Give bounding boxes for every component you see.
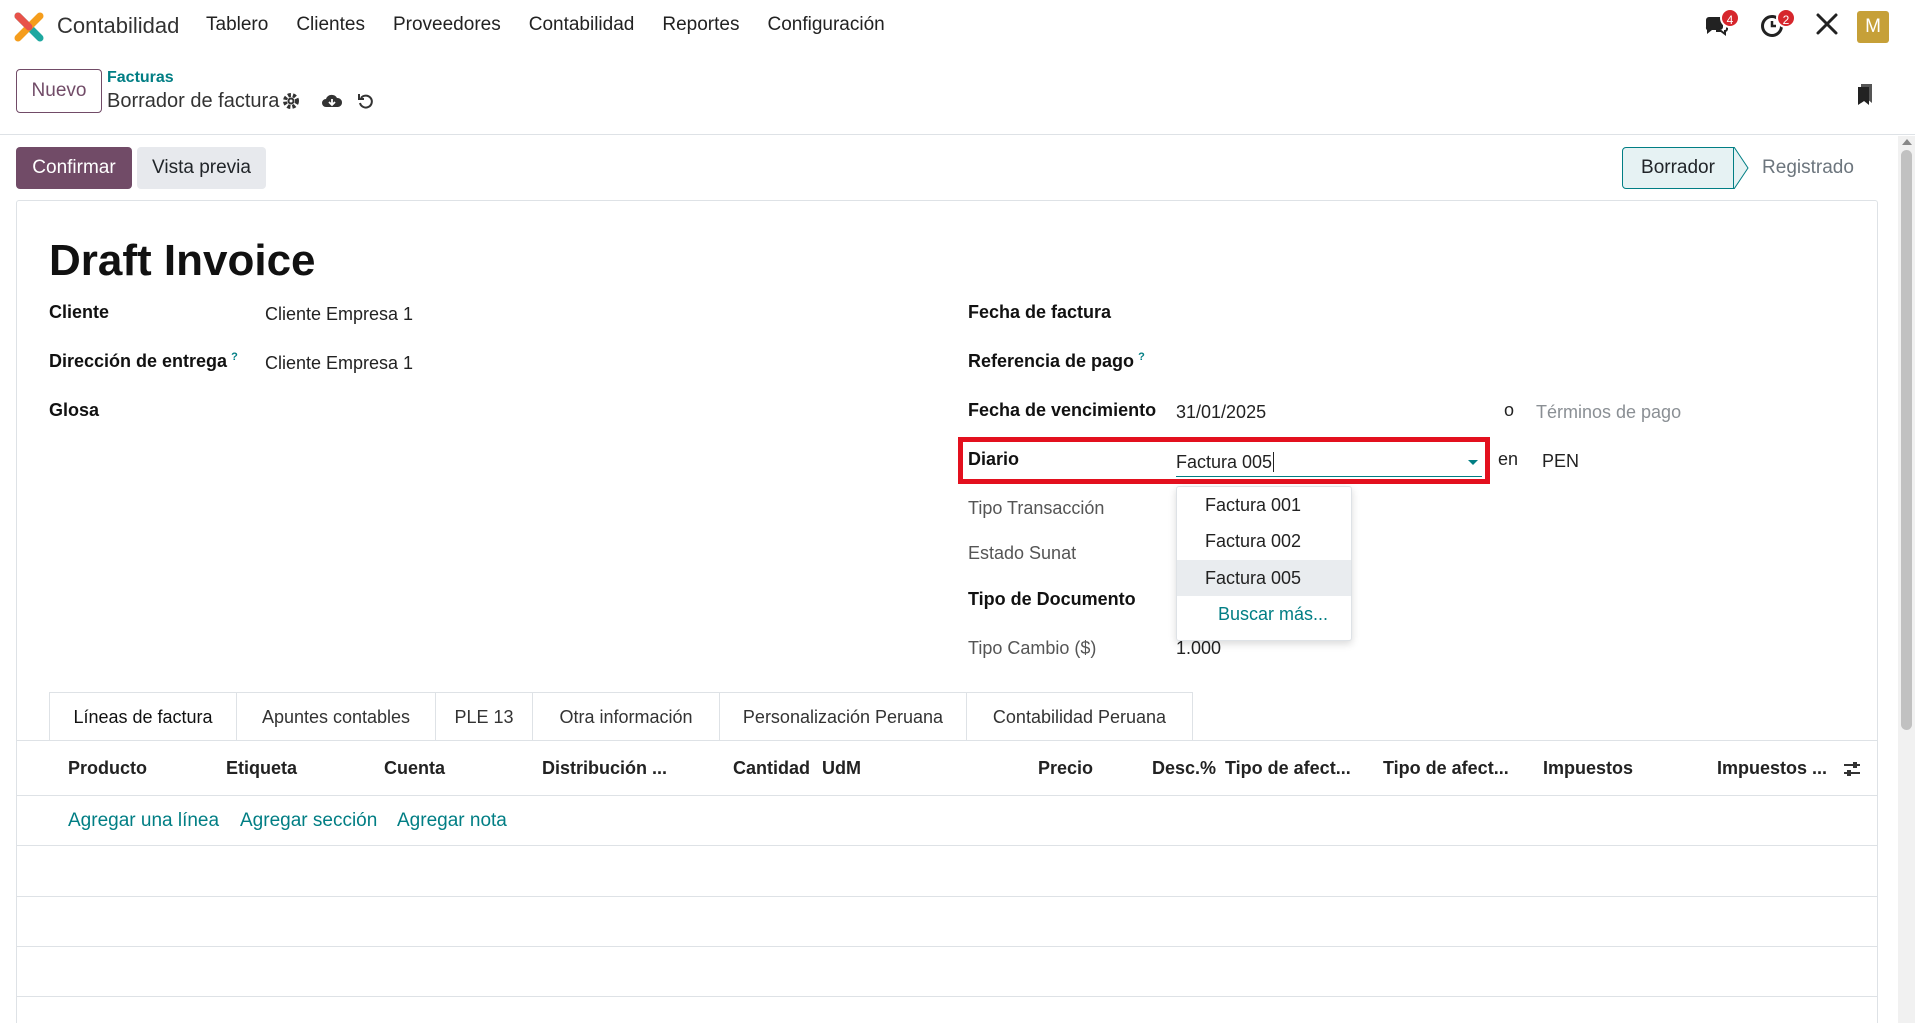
menu-item-tablero[interactable]: Tablero [206,14,268,36]
dropdown-option-selected[interactable]: Factura 005 [1177,560,1351,596]
activities-clock-icon[interactable]: 2 [1758,8,1796,40]
column-header-affectation-type-2[interactable]: Tipo de afect... [1383,758,1509,779]
column-header-quantity[interactable]: Cantidad [733,758,810,779]
tab-peruvian-customization[interactable]: Personalización Peruana [719,692,967,741]
tab-journal-items[interactable]: Apuntes contables [236,692,436,741]
gear-icon[interactable] [281,92,301,112]
column-header-uom[interactable]: UdM [822,758,861,779]
payment-terms-field[interactable]: Términos de pago [1536,402,1681,423]
dropdown-option[interactable]: Factura 001 [1177,487,1351,523]
glosa-label: Glosa [49,400,100,420]
new-button[interactable]: Nuevo [16,69,102,113]
column-header-affectation-type-1[interactable]: Tipo de afect... [1225,758,1351,779]
add-note-link[interactable]: Agregar nota [397,810,507,832]
bookmark-icon[interactable] [1856,82,1874,106]
page-scrollbar[interactable] [1898,136,1915,1023]
invoice-date-label: Fecha de factura [968,302,1112,322]
help-tooltip-icon[interactable]: ? [1138,351,1145,363]
journal-highlight-box [958,437,1490,484]
delivery-address-field[interactable]: Cliente Empresa 1 [265,353,413,374]
column-header-label[interactable]: Etiqueta [226,758,297,779]
column-header-taxes-2[interactable]: Impuestos ... [1717,758,1827,779]
delivery-address-label: Dirección de entrega? [49,351,238,371]
customer-label: Cliente [49,302,110,322]
add-line-link[interactable]: Agregar una línea [68,810,219,832]
user-avatar[interactable]: M [1857,11,1889,43]
save-cloud-icon[interactable] [321,92,343,112]
tab-other-info[interactable]: Otra información [532,692,720,741]
document-title: Draft Invoice [49,236,316,285]
menu-item-configuracion[interactable]: Configuración [767,14,884,36]
breadcrumb-facturas[interactable]: Facturas [107,69,174,87]
discard-undo-icon[interactable] [356,92,376,112]
notebook-tabs: Líneas de factura Apuntes contables PLE … [49,692,1193,741]
tabs-divider [16,740,1878,741]
top-navbar: Contabilidad Tablero Clientes Proveedore… [0,0,1915,52]
dropdown-option[interactable]: Factura 002 [1177,523,1351,559]
messages-count-badge: 4 [1720,8,1740,28]
stage-arrow-icon [1734,147,1749,189]
table-row-divider [16,896,1878,897]
transaction-type-label: Tipo Transacción [968,498,1105,518]
menu-item-proveedores[interactable]: Proveedores [393,14,501,36]
table-row-divider [16,845,1878,846]
help-tooltip-icon[interactable]: ? [231,351,238,363]
messages-icon[interactable]: 4 [1702,8,1740,40]
due-date-field[interactable]: 31/01/2025 [1176,402,1266,423]
record-title: Borrador de factura [107,90,280,112]
search-more-link[interactable]: Buscar más... [1177,596,1351,632]
sunat-status-label: Estado Sunat [968,543,1077,563]
stage-borrador[interactable]: Borrador [1622,147,1734,189]
payment-reference-label: Referencia de pago? [968,351,1145,371]
menu-item-reportes[interactable]: Reportes [662,14,739,36]
accounting-app-icon[interactable] [14,12,44,42]
currency-field[interactable]: PEN [1542,451,1579,472]
column-header-taxes[interactable]: Impuestos [1543,758,1633,779]
app-name[interactable]: Contabilidad [57,13,179,39]
scroll-up-icon[interactable] [1902,139,1912,145]
tab-ple13[interactable]: PLE 13 [435,692,533,741]
table-row-divider [16,996,1878,997]
table-row-divider [16,946,1878,947]
column-header-discount[interactable]: Desc.% [1152,758,1216,779]
or-text: o [1504,400,1515,420]
journal-dropdown: Factura 001 Factura 002 Factura 005 Busc… [1176,486,1352,641]
activities-count-badge: 2 [1776,8,1796,28]
control-panel-divider [0,134,1915,135]
menu-item-contabilidad[interactable]: Contabilidad [529,14,635,36]
customer-field[interactable]: Cliente Empresa 1 [265,304,413,325]
add-section-link[interactable]: Agregar sección [240,810,377,832]
table-header-divider [16,795,1878,796]
tab-peruvian-accounting[interactable]: Contabilidad Peruana [966,692,1193,741]
preview-button[interactable]: Vista previa [137,147,266,189]
main-menu: Tablero Clientes Proveedores Contabilida… [206,14,913,36]
in-text: en [1498,449,1519,469]
scrollbar-thumb[interactable] [1901,150,1912,730]
document-type-label: Tipo de Documento [968,589,1136,609]
exchange-rate-field[interactable]: 1.000 [1176,638,1221,659]
column-header-distribution[interactable]: Distribución ... [542,758,667,779]
due-date-label: Fecha de vencimiento [968,400,1157,420]
confirm-button[interactable]: Confirmar [16,147,132,189]
column-header-product[interactable]: Producto [68,758,147,779]
tab-invoice-lines[interactable]: Líneas de factura [49,692,237,741]
menu-item-clientes[interactable]: Clientes [296,14,365,36]
tools-icon[interactable] [1813,12,1841,40]
column-header-price[interactable]: Precio [1038,758,1093,779]
exchange-rate-label: Tipo Cambio ($) [968,638,1097,658]
column-settings-icon[interactable] [1842,759,1862,779]
column-header-account[interactable]: Cuenta [384,758,445,779]
